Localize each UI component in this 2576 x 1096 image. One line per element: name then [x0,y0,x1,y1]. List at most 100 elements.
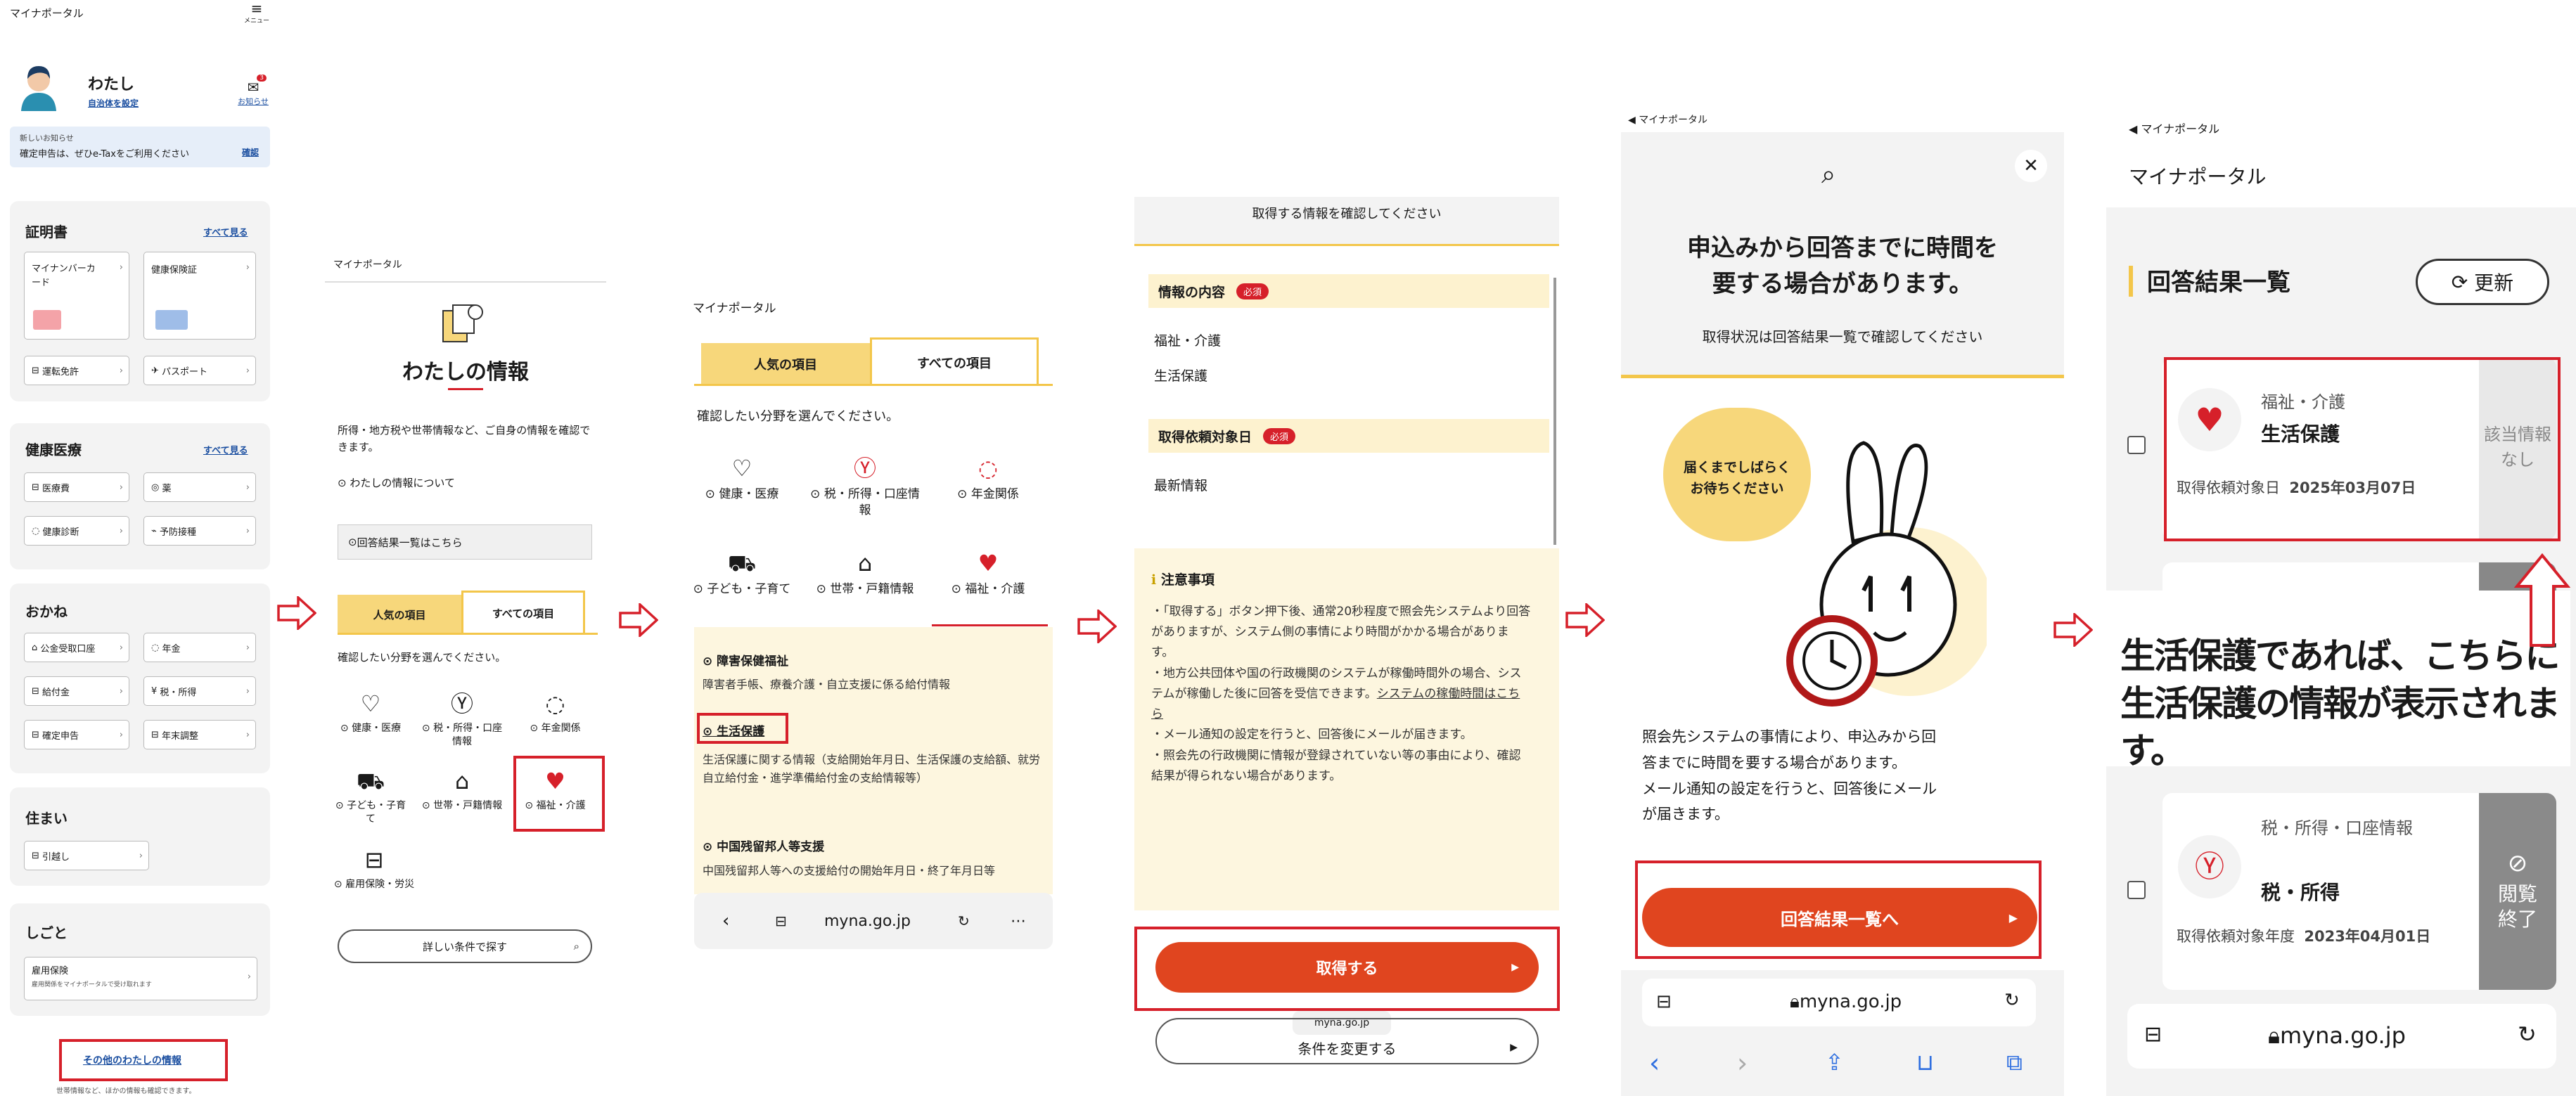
item-china-support-desc: 中国残留邦人等への支援給付の開始年月日・終了年月日等 [703,864,996,877]
drivers-license-button[interactable]: ⊟ 運転免許 › [24,356,129,385]
results-list-button[interactable]: 回答結果一覧へ ▶ [1642,888,2037,947]
year-end-adjustment-button[interactable]: ⊟ 年末調整 › [143,720,256,749]
item-disability[interactable]: ⊙ 障害保健福祉 [703,651,788,669]
close-button[interactable]: ✕ [2015,150,2047,182]
my-info-panel: マイナポータル わたしの情報 所得・地方税や世帯情報など、ご自身の情報を確認でき… [325,0,610,1096]
category-child[interactable]: ⛟ ⊙ 子ども・子育て [332,766,409,826]
url-text[interactable]: myna.go.jp [824,913,911,930]
reload-icon[interactable]: ↻ [2518,1021,2537,1047]
health-insurance-button[interactable]: 健康保険証 › [143,252,256,340]
tab-popular[interactable]: 人気の項目 [701,343,870,385]
result-status: 閲覧終了 [2497,882,2537,931]
health-checkup-button[interactable]: ◌ 健康診断 › [24,516,129,546]
select-checkbox[interactable] [2127,881,2146,899]
home-section-title: 住まい [25,810,68,827]
refresh-label: 更新 [2474,271,2514,295]
category-household[interactable]: ⌂ ⊙ 世帯・戸籍情報 [420,766,504,813]
reader-icon[interactable]: ⊟ [2144,1022,2162,1047]
category-tax[interactable]: Ⓨ ⊙ 税・所得・口座情報 [809,453,921,519]
back-to-portal[interactable]: ◀ マイナポータル [1628,112,1707,127]
employment-insurance-button[interactable]: 雇用保険 雇用関係をマイナポータルで受け取れます › [24,957,257,1000]
pension-button[interactable]: ◌ 年金 › [143,633,256,662]
medical-cost-label: 医療費 [42,483,70,494]
notice-button[interactable]: ✉ 3 お知らせ [236,75,271,107]
magnifier-icon: ⌕ [1821,160,1836,189]
confirm-link[interactable]: 確認 [242,146,259,158]
advanced-search-button[interactable]: 詳しい条件で探す ⌕ [338,929,592,963]
category-health[interactable]: ♡ ⊙ 健康・医療 [686,453,798,503]
medicine-label: 薬 [162,483,172,494]
money-section-title: おかね [25,603,68,620]
about-link[interactable]: ⊙ わたしの情報について [338,475,455,490]
circle-arrow-icon: ⊙ [348,536,357,548]
item-china-support-title: 中国残留邦人等支援 [717,840,825,854]
menu-button[interactable]: ≡ メニュー [243,1,271,25]
cert-see-all-link[interactable]: すべて見る [203,225,248,238]
health-section-title: 健康医療 [25,441,82,458]
category-employment[interactable]: ⊟ ⊙ 雇用保険・労災 [332,845,416,891]
get-button[interactable]: 取得する ▶ [1155,942,1539,993]
tab-all[interactable]: すべての項目 [870,337,1039,385]
vaccination-button[interactable]: ⌁ 予防接種 › [143,516,256,546]
item-disability-desc: 障害者手帳、療養介護・自立支援に係る給付情報 [703,678,951,691]
category-health[interactable]: ♡ ⊙ 健康・医療 [332,689,409,735]
tabs-icon[interactable]: ⊟ [775,913,787,929]
back-icon[interactable]: ‹ [1649,1047,1660,1078]
back-to-portal-label: マイナポータル [2141,122,2220,136]
choose-text: 確認したい分野を選んでください。 [697,409,899,424]
other-info-sub: 世帯情報など、ほかの情報も確認できます。 [56,1088,196,1095]
heart-hands-icon: ♡ [731,455,752,482]
result-status-badge: ⊘ 閲覧終了 [2479,793,2556,990]
highlight-welfare [513,756,605,832]
new-notice-banner[interactable]: 新しいお知らせ 確定申告は、ぜひe-Taxをご利用ください 確認 [10,127,270,167]
bookmarks-icon[interactable]: ⊔ [1916,1049,1934,1076]
forward-icon[interactable]: › [1737,1047,1748,1078]
notice-label: お知らせ [238,97,269,106]
address-bar[interactable]: ⊟ 🔒︎myna.go.jp ↻ [1642,979,2036,1026]
set-municipality-link[interactable]: 自治体を設定 [88,97,139,109]
select-checkbox[interactable] [2127,436,2146,454]
passport-button[interactable]: ✈ パスポート › [143,356,256,385]
benefit-button[interactable]: ⊟ 給付金 › [24,676,129,706]
results-list-button[interactable]: ⊙ 回答結果一覧はこちら [338,524,592,560]
tax-income-button[interactable]: ¥ 税・所得 › [143,676,256,706]
up-arrow-icon [2514,553,2570,647]
share-icon[interactable]: ⇪ [1825,1049,1844,1076]
tab-all[interactable]: すべての項目 [461,591,585,634]
more-icon[interactable]: ⋯ [1011,913,1026,930]
medicine-button[interactable]: ◎ 薬 › [143,472,256,502]
tab-popular[interactable]: 人気の項目 [338,595,461,634]
category-tax[interactable]: Ⓨ ⊙ 税・所得・口座情報 [420,689,504,749]
url-text: 🔒︎myna.go.jp [2268,1022,2406,1050]
public-account-button[interactable]: ⌂ 公金受取口座 › [24,633,129,662]
tax-income-label: 税・所得 [160,687,197,698]
tabs-icon[interactable]: ⧉ [2006,1049,2023,1076]
new-notice-label: 新しいお知らせ [20,134,74,143]
mynumber-card-button[interactable]: マイナンバーカード › [24,252,129,340]
result-card[interactable]: Ⓨ 税・所得・口座情報 税・所得 取得依頼対象年度 2023年04月01日 ⊘ … [2162,793,2556,990]
category-pension[interactable]: ◌ ⊙ 年金関係 [932,453,1044,503]
category-child[interactable]: ⛟ ⊙ 子ども・子育て [686,548,798,598]
back-to-portal[interactable]: ◀ マイナポータル [2129,120,2219,136]
item-china-support[interactable]: ⊙ 中国残留邦人等支援 [703,837,824,854]
reader-icon[interactable]: ⊟ [1656,991,1672,1012]
health-see-all-link[interactable]: すべて見る [203,443,248,456]
flow-arrow-icon [1077,610,1117,643]
moving-button[interactable]: ⊟ 引越し › [24,841,149,870]
reload-icon[interactable]: ↻ [2004,990,2020,1011]
category-welfare[interactable]: ♥ ⊙ 福祉・介護 [932,548,1044,598]
work-section-title: しごと [25,924,68,941]
heart-hands-icon: ♥ [978,550,999,576]
category-household[interactable]: ⌂ ⊙ 世帯・戸籍情報 [809,548,921,598]
change-conditions-button[interactable]: 条件を変更する ▶ [1155,1018,1539,1064]
refresh-button[interactable]: ⟳ 更新 [2416,259,2549,305]
address-bar[interactable]: ⊟ 🔒︎myna.go.jp ↻ [2127,1004,2556,1069]
notice-count-badge: 3 [257,75,267,82]
pension-label: 年金 [162,643,181,655]
category-pension[interactable]: ◌ ⊙ 年金関係 [515,689,596,735]
tax-return-button[interactable]: ⊟ 確定申告 › [24,720,129,749]
reload-icon[interactable]: ↻ [958,913,970,929]
scrollbar[interactable] [1553,278,1556,545]
medical-cost-button[interactable]: ⊟ 医療費 › [24,472,129,502]
back-icon[interactable]: ‹ [722,910,729,931]
